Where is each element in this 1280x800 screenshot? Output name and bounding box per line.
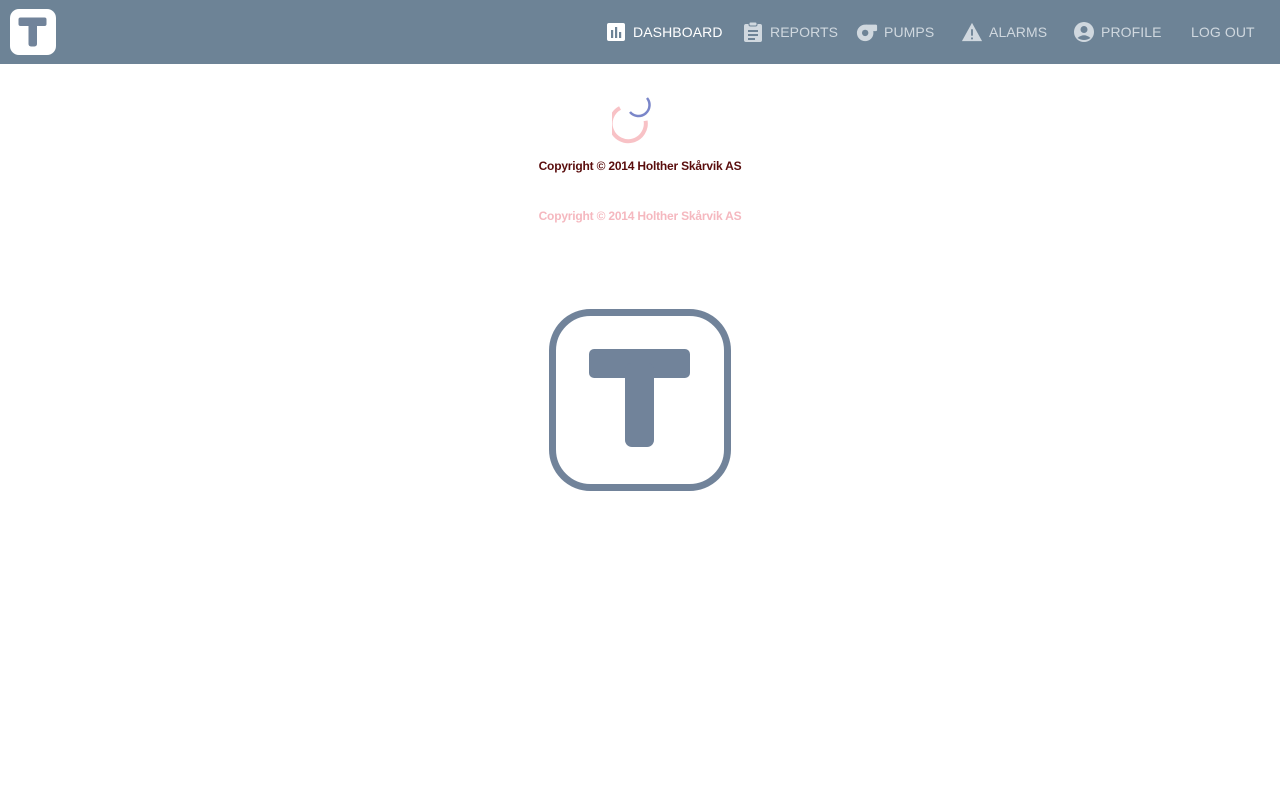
account-circle-icon: [1073, 21, 1095, 43]
bar-chart-icon: [605, 21, 627, 43]
nav-alarms-label: ALARMS: [989, 24, 1048, 40]
clipboard-icon: [742, 21, 764, 43]
app-logo[interactable]: [10, 9, 56, 55]
top-app-bar: DASHBOARD REPORTS PUMPS ALARMS PROFILE L…: [0, 0, 1280, 64]
splash-logo: [548, 308, 732, 492]
nav-alarms[interactable]: ALARMS: [961, 0, 1047, 64]
nav-logout-label: LOG OUT: [1191, 24, 1255, 40]
nav-profile-label: PROFILE: [1101, 24, 1162, 40]
nav-dashboard-label: DASHBOARD: [633, 24, 723, 40]
pump-icon: [856, 21, 878, 43]
copyright-text-faded: Copyright © 2014 Holther Skårvik AS: [538, 209, 742, 223]
t-logo-icon: [18, 17, 47, 47]
nav-pumps[interactable]: PUMPS: [856, 0, 934, 64]
nav-reports[interactable]: REPORTS: [742, 0, 838, 64]
warning-icon: [961, 21, 983, 43]
nav-pumps-label: PUMPS: [884, 24, 935, 40]
nav-profile[interactable]: PROFILE: [1073, 0, 1162, 64]
nav-reports-label: REPORTS: [770, 24, 839, 40]
nav-dashboard[interactable]: DASHBOARD: [605, 0, 723, 64]
t-logo-icon: [549, 309, 731, 491]
nav-logout[interactable]: LOG OUT: [1191, 0, 1255, 64]
loading-spinner-icon: [608, 96, 668, 160]
copyright-text: Copyright © 2014 Holther Skårvik AS: [538, 159, 742, 173]
